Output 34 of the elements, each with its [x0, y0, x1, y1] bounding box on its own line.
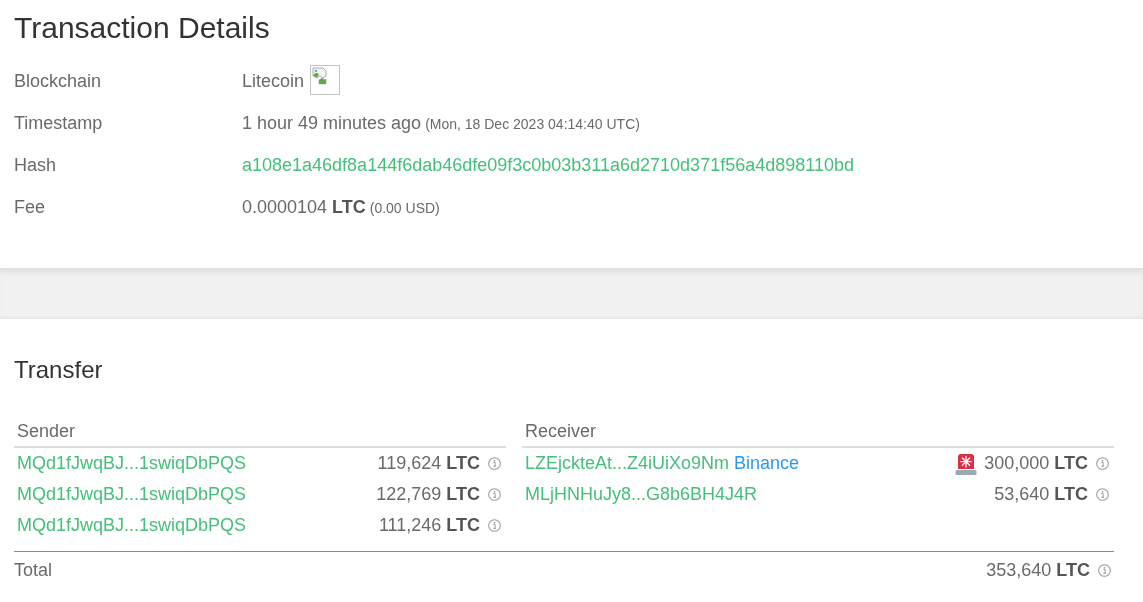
- address-link[interactable]: MQd1fJwqBJ...1swiqDbPQS: [17, 453, 247, 474]
- address-link[interactable]: MQd1fJwqBJ...1swiqDbPQS: [17, 515, 247, 536]
- detail-note: (Mon, 18 Dec 2023 04:14:40 UTC): [425, 115, 640, 132]
- total-amount: 353,640 LTC: [986, 560, 1090, 581]
- detail-label: Fee: [14, 196, 47, 218]
- amount-text: 122,769 LTC: [376, 484, 480, 505]
- amount-text: 111,246 LTC: [378, 515, 480, 536]
- amount-text: 119,624 LTC: [377, 453, 480, 474]
- info-icon[interactable]: [488, 519, 501, 532]
- detail-note: (0.00 USD): [369, 199, 440, 216]
- detail-value: 0.0000104 LTC: [242, 196, 366, 218]
- detail-label: Blockchain: [14, 70, 103, 92]
- total-label: Total: [14, 560, 53, 581]
- page-title: Transaction Details: [14, 10, 271, 46]
- detail-value: 1 hour 49 minutes ago: [242, 112, 422, 134]
- info-icon[interactable]: [488, 488, 501, 501]
- entity-link[interactable]: Binance: [734, 453, 800, 474]
- info-icon[interactable]: [1098, 564, 1111, 577]
- hash-link[interactable]: a108e1a46df8a144f6dab46dfe09f3c0b03b311a6d2710d371f56a4d898110bd: [242, 154, 854, 176]
- column-header: Receiver: [525, 420, 597, 442]
- amount-text: 53,640 LTC: [994, 484, 1088, 505]
- amount-text: 300,000 LTC: [984, 453, 1088, 474]
- detail-label: Hash: [14, 154, 58, 176]
- detail-value: Litecoin: [242, 70, 305, 92]
- address-link[interactable]: LZEjckteAt...Z4iUiXo9Nm: [525, 453, 730, 474]
- info-icon[interactable]: [1096, 488, 1109, 501]
- column-header: Sender: [17, 420, 76, 442]
- info-icon[interactable]: [1096, 457, 1109, 470]
- address-link[interactable]: MQd1fJwqBJ...1swiqDbPQS: [17, 484, 247, 505]
- info-icon[interactable]: [488, 457, 501, 470]
- address-link[interactable]: MLjHNHuJy8...G8b6BH4J4R: [525, 484, 758, 505]
- broken-image-icon: [310, 65, 341, 95]
- detail-label: Timestamp: [14, 112, 104, 134]
- section-title: Transfer: [14, 355, 104, 385]
